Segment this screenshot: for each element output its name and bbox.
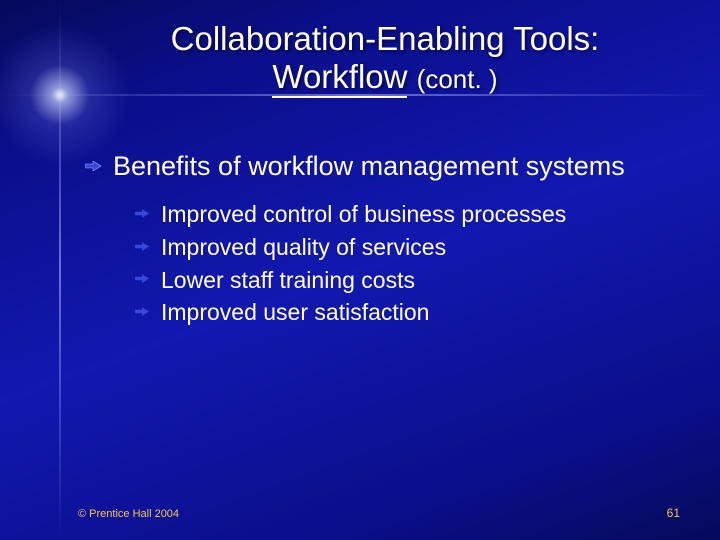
list-item: Lower staff training costs: [135, 264, 660, 297]
title-line-2: Workflow (cont. ): [90, 58, 680, 96]
body-list: Improved control of business processes I…: [85, 198, 660, 329]
list-item-text: Improved quality of services: [161, 234, 446, 260]
list-item-text: Improved user satisfaction: [161, 299, 429, 325]
arrow-bullet-icon: [135, 274, 149, 283]
slide-body: Benefits of workflow management systems …: [85, 150, 660, 329]
footer-page-number: 61: [667, 506, 680, 520]
list-item: Improved quality of services: [135, 231, 660, 264]
body-heading-text: Benefits of workflow management systems: [113, 151, 625, 181]
title-cont: (cont. ): [417, 64, 498, 94]
title-workflow: Workflow: [272, 58, 407, 98]
list-item: Improved user satisfaction: [135, 296, 660, 329]
arrow-bullet-icon: [135, 242, 149, 251]
body-heading: Benefits of workflow management systems: [85, 150, 660, 182]
list-item: Improved control of business processes: [135, 198, 660, 231]
arrow-bullet-icon: [135, 209, 149, 218]
arrow-bullet-icon: [85, 161, 101, 171]
slide-title: Collaboration-Enabling Tools: Workflow (…: [90, 20, 680, 96]
title-line-1: Collaboration-Enabling Tools:: [90, 20, 680, 58]
list-item-text: Improved control of business processes: [161, 201, 566, 227]
list-item-text: Lower staff training costs: [161, 267, 415, 293]
decorative-vertical-line: [59, 0, 61, 540]
slide: Collaboration-Enabling Tools: Workflow (…: [0, 0, 720, 540]
footer-copyright: © Prentice Hall 2004: [78, 508, 179, 520]
arrow-bullet-icon: [135, 307, 149, 316]
